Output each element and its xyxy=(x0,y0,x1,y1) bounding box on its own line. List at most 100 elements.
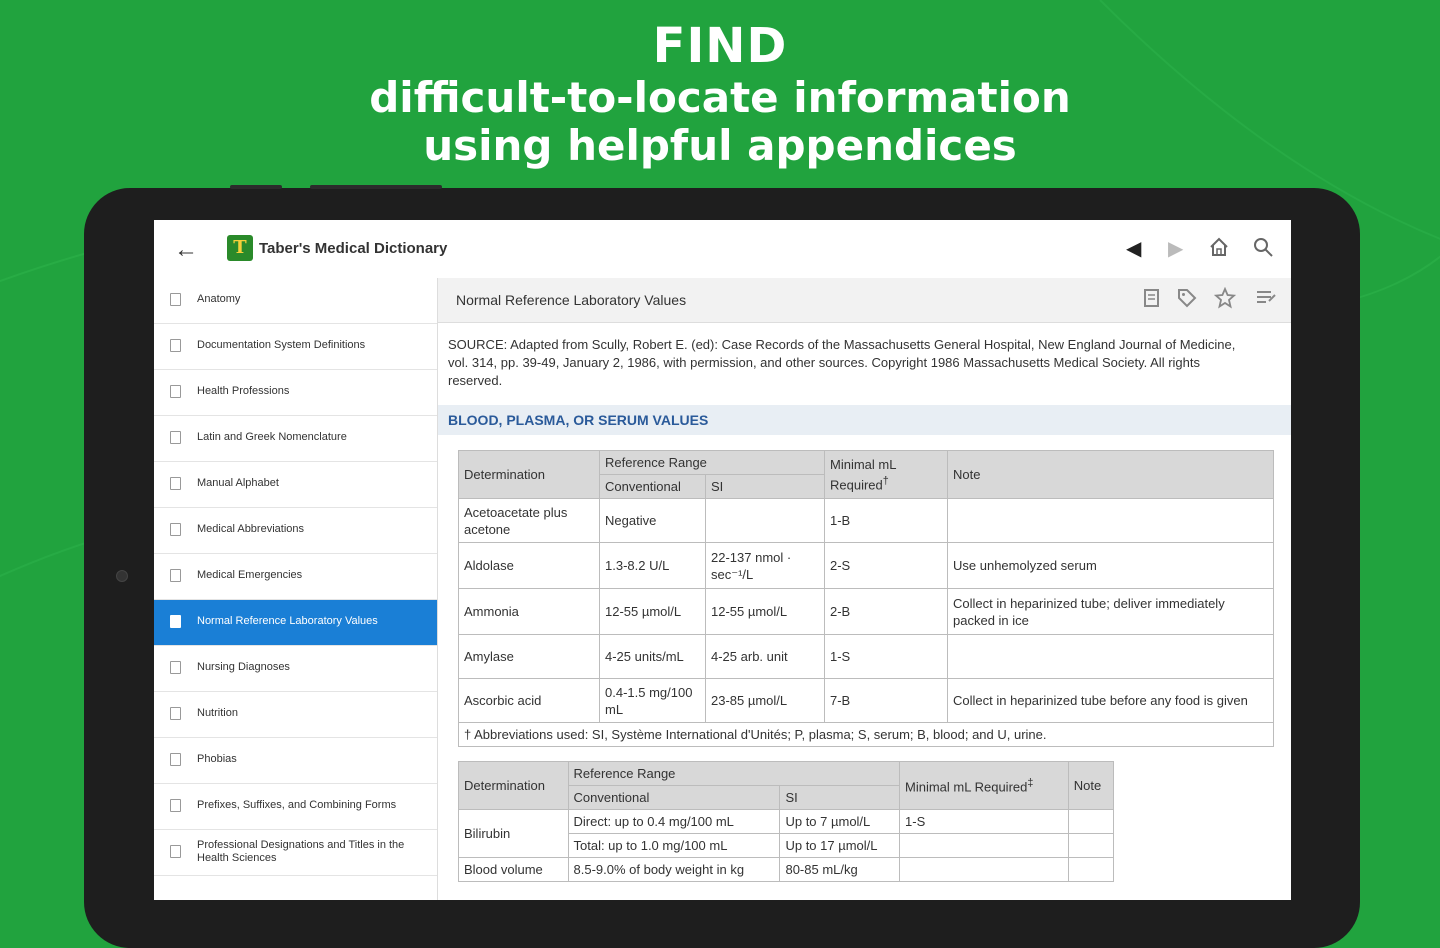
table-cell: Blood volume xyxy=(458,857,569,882)
document-icon xyxy=(170,477,181,490)
table-cell: Bilirubin xyxy=(458,809,569,858)
table-cell: 4-25 arb. unit xyxy=(705,634,825,679)
sidebar-item-label: Anatomy xyxy=(197,293,241,305)
table-cell: Up to 7 µmol/L xyxy=(779,809,901,834)
table-footnote: † Abbreviations used: SI, Système Intern… xyxy=(458,722,1274,747)
sidebar-item-manual-alphabet[interactable]: Manual Alphabet xyxy=(154,462,437,508)
sidebar-item-nutrition[interactable]: Nutrition xyxy=(154,692,437,738)
sidebar-item-prefixes[interactable]: Prefixes, Suffixes, and Combining Forms xyxy=(154,784,437,830)
headline-line-2: difficult-to-locate information xyxy=(369,73,1071,122)
document-icon xyxy=(170,845,181,858)
lab-values-table-2: Determination Reference Range Minimal mL… xyxy=(458,761,1115,882)
column-header: Conventional xyxy=(567,785,781,810)
table-cell: 1-S xyxy=(899,809,1069,834)
headline-title: FIND xyxy=(652,18,788,74)
table-cell: Acetoacetate plus acetone xyxy=(458,498,600,543)
table-cell xyxy=(1067,809,1115,834)
minimal-label: Minimal mL Required xyxy=(905,779,1028,795)
sidebar-item-nursing-diagnoses[interactable]: Nursing Diagnoses xyxy=(154,646,437,692)
table-cell: 0.4-1.5 mg/100 mL xyxy=(599,678,706,723)
table-cell: 1.3-8.2 U/L xyxy=(599,542,706,589)
sidebar-item-medical-emergencies[interactable]: Medical Emergencies xyxy=(154,554,437,600)
sidebar-item-label: Prefixes, Suffixes, and Combining Forms xyxy=(197,799,397,811)
camera-icon xyxy=(116,570,128,582)
app-screen: ← T Taber's Medical Dictionary ◀ ▶ Anato… xyxy=(154,220,1291,900)
document-icon xyxy=(170,339,181,352)
table-cell: 12-55 µmol/L xyxy=(599,588,706,635)
document-icon xyxy=(170,569,181,582)
sidebar-item-phobias[interactable]: Phobias xyxy=(154,738,437,784)
app-logo: T xyxy=(227,235,253,261)
column-header: Determination xyxy=(458,761,569,810)
table-cell xyxy=(947,498,1274,543)
home-icon[interactable] xyxy=(1208,236,1230,264)
document-icon xyxy=(170,753,181,766)
sidebar-item-label: Latin and Greek Nomenclature xyxy=(197,431,347,443)
footnote-marker: ‡ xyxy=(1027,777,1034,790)
column-header: SI xyxy=(705,474,825,499)
column-header: Note xyxy=(1067,761,1115,810)
source-citation: SOURCE: Adapted from Scully, Robert E. (… xyxy=(448,337,1236,388)
content-title: Normal Reference Laboratory Values xyxy=(456,292,687,308)
table-cell: 80-85 mL/kg xyxy=(779,857,901,882)
headline-line-3: using helpful appendices xyxy=(423,121,1017,170)
table-cell: Total: up to 1.0 mg/100 mL xyxy=(567,833,781,858)
caret-right-icon[interactable]: ▶ xyxy=(1168,236,1183,261)
tag-icon[interactable] xyxy=(1176,287,1198,315)
table-cell: Direct: up to 0.4 mg/100 mL xyxy=(567,809,781,834)
table-cell: Amylase xyxy=(458,634,600,679)
sidebar-item-anatomy[interactable]: Anatomy xyxy=(154,278,437,324)
table-cell xyxy=(1067,857,1115,882)
sidebar-item-label: Professional Designations and Titles in … xyxy=(197,839,405,864)
sidebar-item-label: Medical Emergencies xyxy=(197,569,303,581)
caret-left-icon[interactable]: ◀ xyxy=(1126,236,1141,261)
table-cell: Up to 17 µmol/L xyxy=(779,833,901,858)
column-header: Minimal mL Required‡ xyxy=(899,761,1069,810)
sidebar-item-normal-reference-lab-values[interactable]: Normal Reference Laboratory Values xyxy=(154,600,437,646)
appendix-sidebar: Anatomy Documentation System Definitions… xyxy=(154,278,438,900)
column-header: Conventional xyxy=(599,474,706,499)
table-cell: Negative xyxy=(599,498,706,543)
sidebar-item-medical-abbreviations[interactable]: Medical Abbreviations xyxy=(154,508,437,554)
table-cell xyxy=(899,857,1069,882)
table-cell: Collect in heparinized tube; deliver imm… xyxy=(947,588,1274,635)
table-cell: 2-S xyxy=(824,542,948,589)
sidebar-item-health-professions[interactable]: Health Professions xyxy=(154,370,437,416)
table-row: Bilirubin Direct: up to 0.4 mg/100 mL Up… xyxy=(458,809,1115,858)
notes-icon[interactable] xyxy=(1142,287,1162,315)
arrow-left-icon[interactable]: ← xyxy=(174,236,198,264)
table-row: Ascorbic acid 0.4-1.5 mg/100 mL 23-85 µm… xyxy=(458,678,1274,723)
sidebar-item-latin-greek[interactable]: Latin and Greek Nomenclature xyxy=(154,416,437,462)
sidebar-item-professional-designations[interactable]: Professional Designations and Titles in … xyxy=(154,830,437,876)
column-header: Note xyxy=(947,450,1274,499)
document-icon xyxy=(170,431,181,444)
table-cell: Use unhemolyzed serum xyxy=(947,542,1274,589)
table-cell: 2-B xyxy=(824,588,948,635)
list-icon[interactable] xyxy=(1254,287,1278,315)
table-cell: Collect in heparinized tube before any f… xyxy=(947,678,1274,723)
sidebar-item-label: Medical Abbreviations xyxy=(197,523,305,535)
tablet-button xyxy=(230,185,282,189)
sidebar-item-label: Nutrition xyxy=(197,707,238,719)
column-header: Reference Range xyxy=(567,761,901,786)
footnote-marker: † xyxy=(882,474,889,487)
table-cell: 1-S xyxy=(824,634,948,679)
sidebar-item-documentation[interactable]: Documentation System Definitions xyxy=(154,324,437,370)
table-cell: 4-25 units/mL xyxy=(599,634,706,679)
search-icon[interactable] xyxy=(1252,236,1274,264)
app-bar: ← T Taber's Medical Dictionary ◀ ▶ xyxy=(154,220,1291,279)
content-header: Normal Reference Laboratory Values xyxy=(438,278,1291,323)
sidebar-item-label: Phobias xyxy=(197,753,237,765)
promo-headline: FIND difficult-to-locate information usi… xyxy=(0,18,1440,170)
table-cell xyxy=(1067,833,1115,858)
document-icon xyxy=(170,293,181,306)
table-cell: 12-55 µmol/L xyxy=(705,588,825,635)
column-header: Reference Range xyxy=(599,450,825,475)
column-header: SI xyxy=(779,785,901,810)
table-row: Amylase 4-25 units/mL 4-25 arb. unit 1-S xyxy=(458,634,1274,679)
document-icon xyxy=(170,707,181,720)
content-pane: Normal Reference Laboratory Values SOURC… xyxy=(438,278,1291,900)
table-cell: 23-85 µmol/L xyxy=(705,678,825,723)
star-icon[interactable] xyxy=(1213,286,1237,315)
table-row: Blood volume 8.5-9.0% of body weight in … xyxy=(458,857,1115,882)
